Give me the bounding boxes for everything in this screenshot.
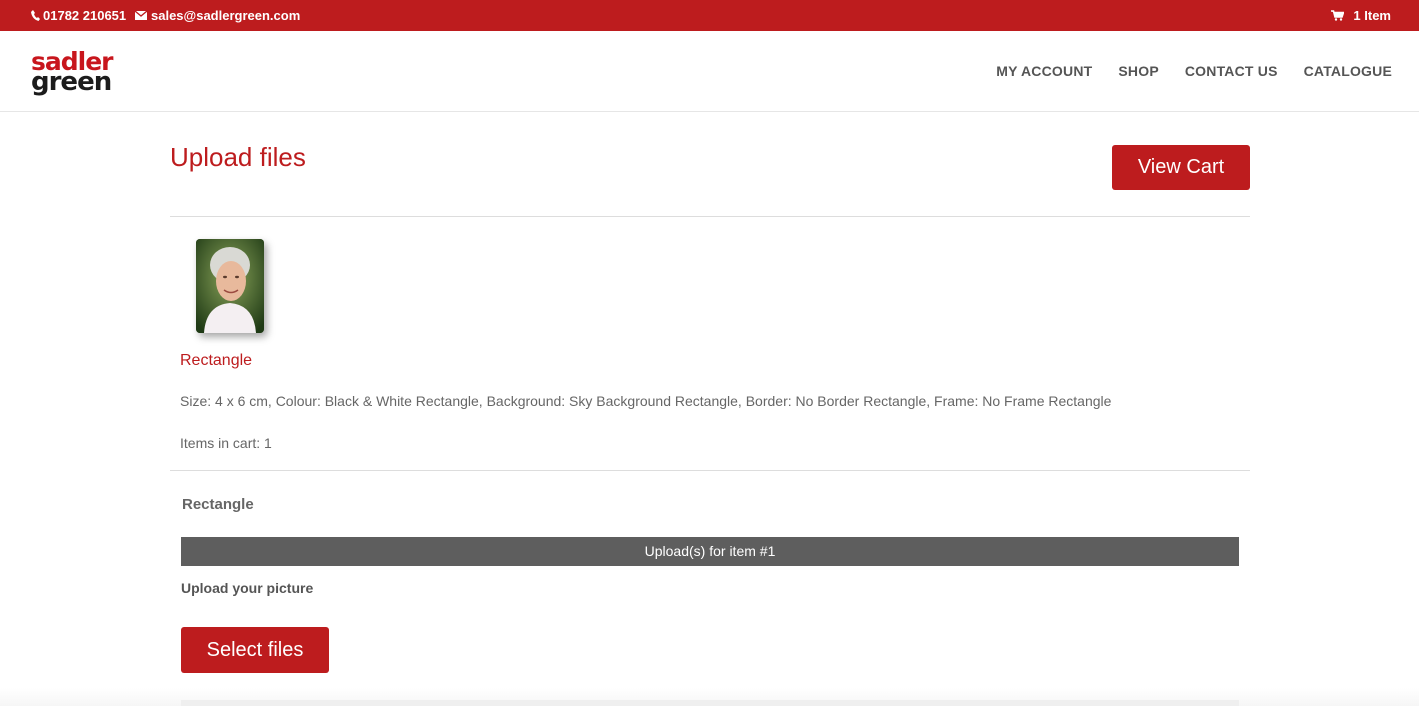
upload-field-label: Upload your picture: [181, 580, 314, 596]
cart-item-description: Size: 4 x 6 cm, Colour: Black & White Re…: [180, 393, 1112, 409]
logo-line-2: green: [31, 67, 112, 97]
cart-link[interactable]: 1 Item: [1331, 8, 1391, 23]
page-title: Upload files: [170, 142, 306, 172]
view-cart-button[interactable]: View Cart: [1112, 145, 1250, 190]
phone-number: 01782 210651: [43, 8, 127, 23]
main-nav: MY ACCOUNT SHOP CONTACT US CATALOGUE: [996, 63, 1392, 79]
product-thumbnail: [196, 239, 264, 333]
site-header: sadler green MY ACCOUNT SHOP CONTACT US …: [0, 31, 1419, 112]
divider: [170, 470, 1250, 471]
items-in-cart: Items in cart: 1: [180, 435, 272, 451]
nav-contact-us[interactable]: CONTACT US: [1185, 63, 1278, 79]
select-files-button[interactable]: Select files: [181, 627, 329, 673]
cart-count: 1 Item: [1353, 8, 1391, 23]
nav-my-account[interactable]: MY ACCOUNT: [996, 63, 1092, 79]
upload-item-bar: Upload(s) for item #1: [181, 537, 1239, 566]
cart-icon: [1331, 10, 1345, 21]
nav-catalogue[interactable]: CATALOGUE: [1304, 63, 1392, 79]
cart-item-name[interactable]: Rectangle: [180, 352, 252, 370]
top-bar: 01782 210651 sales@sadlergreen.com 1 Ite…: [0, 0, 1419, 31]
divider: [170, 216, 1250, 217]
nav-shop[interactable]: SHOP: [1118, 63, 1158, 79]
email-address: sales@sadlergreen.com: [151, 8, 301, 23]
bottom-shadow: [0, 688, 1419, 706]
phone-contact[interactable]: 01782 210651: [31, 8, 126, 23]
envelope-icon: [135, 11, 147, 20]
sadler-green-logo[interactable]: sadler green: [31, 49, 144, 97]
phone-icon: [31, 10, 40, 21]
upload-product-heading: Rectangle: [182, 496, 254, 513]
email-contact[interactable]: sales@sadlergreen.com: [135, 8, 300, 23]
